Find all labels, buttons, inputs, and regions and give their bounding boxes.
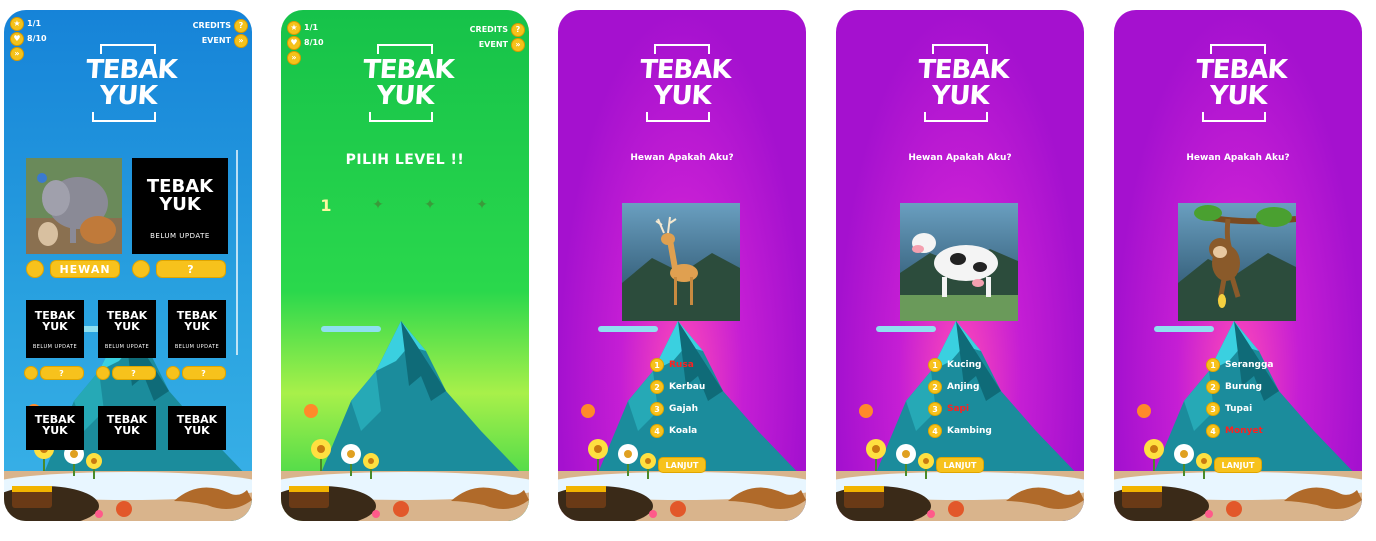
star-icon: ★ [10, 16, 24, 31]
answer-option-1[interactable]: 1 Kucing [928, 354, 992, 376]
answer-list: 1 Kucing 2 Anjing 3 Sapi 4 Kambing [928, 354, 992, 442]
question-text: Hewan Apakah Aku? [1186, 153, 1290, 163]
credits-button[interactable]: ? [234, 18, 248, 33]
sound-icon[interactable]: » [287, 50, 301, 65]
small-button-1[interactable]: ? [40, 366, 84, 380]
screen-level-select: ★ 1/1 ♥ 8/10 » CREDITS? EVENT» TEBAK YUK P… [281, 10, 529, 521]
credits-button[interactable]: ? [511, 22, 525, 37]
small-button-2[interactable]: ? [112, 366, 156, 380]
event-button[interactable]: » [234, 33, 248, 48]
star-icon: ★ [287, 20, 301, 35]
small-button-3[interactable]: ? [182, 366, 226, 380]
game-logo: TEBAK YUK [85, 40, 178, 126]
answer-list: 1 Serangga 2 Burung 3 Tupai 4 Monyet [1206, 354, 1273, 442]
small-tile-2[interactable]: TEBAK YUK BELUM UPDATE [98, 300, 156, 358]
tile-logo: TEBAK YUK [146, 176, 214, 215]
game-logo: TEBAK YUK [917, 40, 1010, 126]
answer-option-2[interactable]: 2 Burung [1206, 376, 1273, 398]
sound-icon[interactable]: » [10, 46, 24, 61]
credits-label: CREDITS [469, 25, 508, 34]
next-button[interactable]: LANJUT [1214, 457, 1262, 473]
game-logo: TEBAK YUK [362, 40, 455, 126]
screen-category: ★ 1/1 ♥ 8/10 » CREDITS? EVENT» TEBAK YUK T… [4, 10, 252, 521]
answer-option-2[interactable]: 2 Kerbau [650, 376, 705, 398]
hud-left: ★ 1/1 ♥ 8/10 » [10, 16, 47, 61]
small-tile-1[interactable]: TEBAK YUK BELUM UPDATE [26, 300, 84, 358]
animal-picture-monkey [1178, 203, 1296, 321]
animal-picture-cow [900, 203, 1018, 321]
hud-left: ★ 1/1 ♥ 8/10 » [287, 20, 324, 65]
level-2-locked-icon[interactable]: ✦ [365, 194, 391, 216]
small-tile-6[interactable]: TEBAK YUK [168, 406, 226, 450]
hud-right: CREDITS? EVENT» [470, 22, 525, 52]
level-1-button[interactable]: 1 [313, 194, 339, 216]
hewan-button[interactable]: HEWAN [50, 260, 120, 278]
credits-label: CREDITS [192, 21, 231, 30]
gems-count: 8/10 [27, 34, 47, 43]
answer-list: 1 Rusa 2 Kerbau 3 Gajah 4 Koala [650, 354, 705, 442]
answer-option-4[interactable]: 4 Kambing [928, 420, 992, 442]
event-label: EVENT [478, 40, 508, 49]
gems-count: 8/10 [304, 38, 324, 47]
small-tile-5[interactable]: TEBAK YUK [98, 406, 156, 450]
screen-quiz-cow: TEBAK YUK Hewan Apakah Aku? 1 Kucing 2 Anj… [836, 10, 1084, 521]
animals-illustration [26, 158, 122, 254]
hewan-info-icon[interactable] [26, 260, 44, 278]
answer-option-3[interactable]: 3 Tupai [1206, 398, 1273, 420]
locked-category-button[interactable]: ? [156, 260, 226, 278]
category-tile-locked[interactable]: TEBAK YUK BELUM UPDATE [132, 158, 228, 254]
answer-option-4[interactable]: 4 Koala [650, 420, 705, 442]
event-label: EVENT [201, 36, 231, 45]
small-info-icon-3[interactable] [166, 366, 180, 380]
hud-right: CREDITS? EVENT» [193, 18, 248, 48]
level-3-locked-icon[interactable]: ✦ [417, 194, 443, 216]
small-info-icon-1[interactable] [24, 366, 38, 380]
next-button[interactable]: LANJUT [936, 457, 984, 473]
coming-soon-label: BELUM UPDATE [150, 232, 210, 240]
answer-option-1[interactable]: 1 Rusa [650, 354, 705, 376]
stars-count: 1/1 [304, 23, 319, 32]
answer-option-2[interactable]: 2 Anjing [928, 376, 992, 398]
gem-icon: ♥ [10, 31, 24, 46]
small-tile-4[interactable]: TEBAK YUK [26, 406, 84, 450]
answer-option-1[interactable]: 1 Serangga [1206, 354, 1273, 376]
animal-picture-deer [622, 203, 740, 321]
answer-option-3[interactable]: 3 Gajah [650, 398, 705, 420]
screen-quiz-monkey: TEBAK YUK Hewan Apakah Aku? 1 Serangga 2B… [1114, 10, 1362, 521]
gem-icon: ♥ [287, 35, 301, 50]
event-button[interactable]: » [511, 37, 525, 52]
small-info-icon-2[interactable] [96, 366, 110, 380]
question-text: Hewan Apakah Aku? [630, 153, 734, 163]
game-logo: TEBAK YUK [639, 40, 732, 126]
game-logo: TEBAK YUK [1195, 40, 1288, 126]
screen-quiz-deer: TEBAK YUK Hewan Apakah Aku? 1 Rusa 2 Kerba… [558, 10, 806, 521]
stars-count: 1/1 [27, 19, 42, 28]
locked-info-icon[interactable] [132, 260, 150, 278]
question-text: Hewan Apakah Aku? [908, 153, 1012, 163]
level-title: PILIH LEVEL !! [345, 152, 465, 168]
category-tile-hewan[interactable] [26, 158, 122, 254]
answer-option-4[interactable]: 4 Monyet [1206, 420, 1273, 442]
answer-option-3[interactable]: 3 Sapi [928, 398, 992, 420]
level-4-locked-icon[interactable]: ✦ [469, 194, 495, 216]
level-list: 1 ✦ ✦ ✦ [313, 194, 495, 216]
scenery-illustration [281, 281, 529, 521]
next-button[interactable]: LANJUT [658, 457, 706, 473]
small-tile-3[interactable]: TEBAK YUK BELUM UPDATE [168, 300, 226, 358]
scrollbar[interactable] [236, 150, 238, 355]
